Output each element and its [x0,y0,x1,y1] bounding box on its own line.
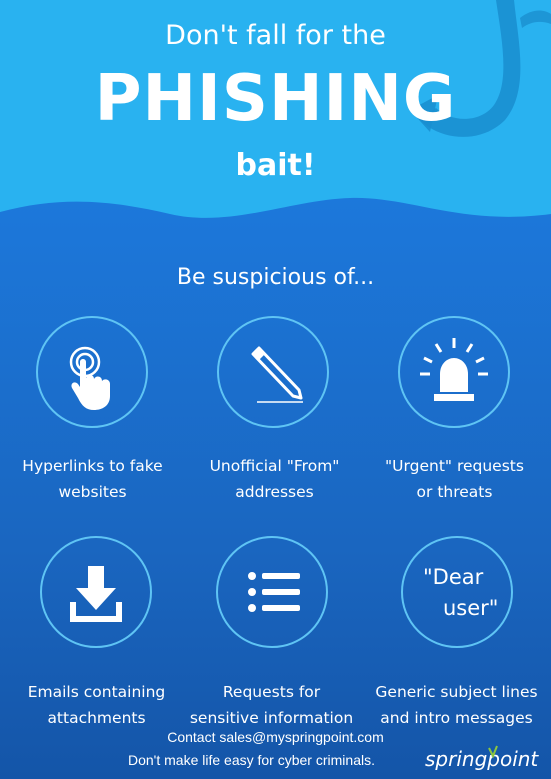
label-line-1: "Urgent" requests [385,457,524,475]
title-line-1: Don't fall for the [165,20,386,51]
item-generic-subject-lines: "Dear user" Generic subject lines and in… [364,536,549,736]
label-line-1: Generic subject lines [375,683,538,701]
pen-icon [251,346,303,403]
item-sensitive-information: Requests for sensitive information [179,536,364,736]
footer-contact: Contact sales@myspringpoint.com [167,729,384,745]
logo-text: springpoint [425,747,539,771]
item-hyperlinks: Hyperlinks to fake websites [0,316,185,516]
springpoint-logo: springpoint [425,745,539,771]
item-attachments: Emails containing attachments [4,536,189,736]
alarm-light-icon [420,338,488,401]
label-line-2: websites [58,483,127,501]
icon-circle [217,316,329,428]
label-line-2: and intro messages [380,709,533,727]
icon-circle: "Dear user" [401,536,513,648]
icon-circle [216,536,328,648]
icon-circle [398,316,510,428]
item-urgent-requests: "Urgent" requests or threats [362,316,547,516]
subheading: Be suspicious of... [176,265,375,290]
label-line-2: addresses [235,483,314,501]
title-line-3: bait! [235,148,316,183]
quote-line-1: "Dear [423,565,484,589]
pointing-hand-icon [69,346,110,410]
label-line-2: attachments [47,709,146,727]
item-unofficial-from: Unofficial "From" addresses [182,316,367,516]
quote-line-2: user" [443,596,499,620]
label-line-1: Unofficial "From" [209,457,340,475]
list-icon [248,572,300,612]
label-line-1: Hyperlinks to fake [22,457,163,475]
label-line-2: or threats [416,483,493,501]
label-line-1: Requests for [222,683,321,701]
label-line-2: sensitive information [189,709,354,727]
icon-circle [40,536,152,648]
icon-circle [36,316,148,428]
footer-tagline: Don't make life easy for cyber criminals… [128,752,375,768]
download-icon [70,566,122,622]
label-line-1: Emails containing [27,683,166,701]
title-phishing: PHISHING [94,62,457,136]
